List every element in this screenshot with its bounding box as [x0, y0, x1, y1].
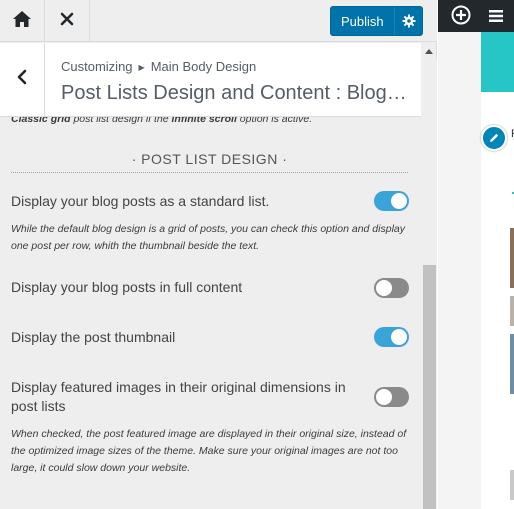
- home-button[interactable]: [0, 0, 45, 42]
- section-header: Customizing ▶ Main Body Design Post Lists …: [0, 43, 421, 117]
- option-note-standard-list: While the default blog design is a grid …: [11, 223, 405, 252]
- customizer-panel: Publish Customizing ▶ Main Body Design P…: [0, 0, 437, 509]
- preview-left-strip: [438, 32, 481, 509]
- intro-note: Classic grid post list design if the inf…: [11, 117, 411, 128]
- plus-circle-icon[interactable]: [449, 3, 473, 27]
- triangle-right-icon: ▶: [138, 63, 145, 72]
- site-preview: P: [438, 0, 514, 509]
- breadcrumb-parent: Main Body Design: [150, 59, 257, 74]
- option-label-standard-list[interactable]: Display your blog posts as a standard li…: [11, 192, 269, 211]
- section-heading: · POST LIST DESIGN ·: [11, 151, 408, 173]
- scrollbar-thumb[interactable]: [423, 265, 436, 509]
- toggle-original-dimensions[interactable]: [374, 387, 409, 407]
- option-label-full-content[interactable]: Display your blog posts in full content: [11, 278, 242, 297]
- close-button[interactable]: [45, 0, 90, 42]
- pencil-icon[interactable]: [481, 125, 507, 151]
- toggle-post-thumbnail[interactable]: [374, 327, 409, 347]
- option-label-original-dimensions[interactable]: Display featured images in their origina…: [11, 378, 351, 416]
- intro-note-part4: option is active.: [236, 117, 313, 125]
- section-content: Classic grid post list design if the inf…: [0, 117, 421, 509]
- publish-button[interactable]: Publish: [330, 6, 423, 36]
- intro-note-part3: infinite scroll: [171, 117, 237, 125]
- home-icon: [12, 10, 32, 33]
- admin-bar: [438, 0, 514, 32]
- menu-icon[interactable]: [485, 4, 507, 28]
- breadcrumb-root: Customizing: [61, 59, 133, 74]
- back-button[interactable]: [0, 43, 45, 116]
- breadcrumb: Customizing ▶ Main Body Design: [61, 59, 256, 74]
- customizer-topbar: Publish: [0, 0, 437, 42]
- gear-icon[interactable]: [394, 7, 422, 35]
- intro-note-part2: post list design if the: [70, 117, 172, 125]
- preview-thumbnail: [510, 228, 514, 288]
- toggle-knob: [376, 280, 392, 296]
- scroll-up-arrow[interactable]: [421, 43, 437, 59]
- toggle-knob: [391, 193, 407, 209]
- publish-label: Publish: [341, 13, 384, 29]
- close-icon: [60, 12, 74, 31]
- toggle-knob: [391, 329, 407, 345]
- toggle-full-content[interactable]: [374, 278, 409, 298]
- preview-thumbnail: [510, 334, 514, 394]
- preview-thumbnail: [510, 296, 514, 326]
- preview-header: [481, 32, 514, 92]
- chevron-left-icon: [17, 69, 27, 90]
- toggle-standard-list[interactable]: [374, 191, 409, 211]
- toggle-knob: [376, 389, 392, 405]
- section-title: Post Lists Design and Content : Blog, Ar…: [61, 82, 411, 104]
- option-note-original-dimensions: When checked, the post featured image ar…: [11, 428, 407, 474]
- option-label-post-thumbnail[interactable]: Display the post thumbnail: [11, 328, 175, 347]
- intro-note-part1: Classic grid: [11, 117, 71, 125]
- preview-thumbnail: [510, 470, 514, 500]
